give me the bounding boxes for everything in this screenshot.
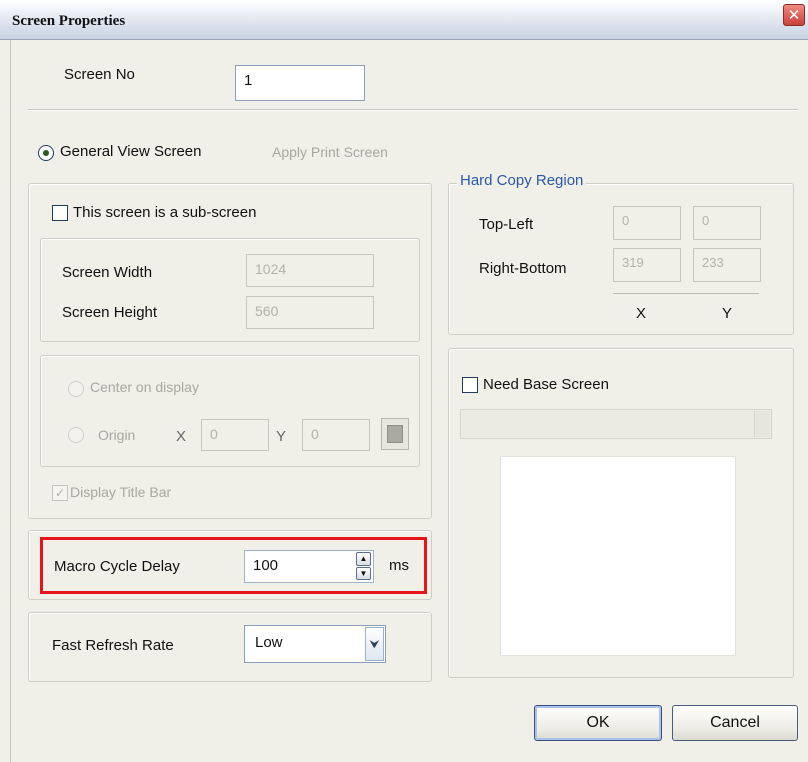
screen-no-label: Screen No bbox=[64, 66, 135, 83]
y-header: Y bbox=[722, 305, 733, 322]
chevron-down-icon[interactable]: ⮟ bbox=[365, 627, 384, 661]
checkmark-icon: ✓ bbox=[54, 486, 66, 500]
macro-delay-value: 100 bbox=[253, 557, 279, 574]
right-bottom-y-input[interactable]: 233 bbox=[693, 248, 761, 282]
separator bbox=[28, 109, 798, 111]
subscreen-checkbox-label: This screen is a sub-screen bbox=[73, 204, 257, 221]
origin-picker-button[interactable] bbox=[381, 418, 409, 450]
apply-print-label: Apply Print Screen bbox=[272, 144, 388, 160]
subscreen-checkbox[interactable] bbox=[52, 205, 68, 221]
origin-label: Origin bbox=[98, 427, 136, 443]
need-base-screen-checkbox[interactable] bbox=[462, 377, 478, 393]
need-base-screen-label: Need Base Screen bbox=[483, 376, 609, 393]
display-titlebar-label: Display Title Bar bbox=[70, 484, 172, 500]
origin-y-label: Y bbox=[276, 428, 287, 445]
general-view-radio[interactable] bbox=[38, 145, 54, 161]
base-screen-preview bbox=[500, 456, 736, 656]
right-bottom-label: Right-Bottom bbox=[479, 260, 567, 277]
hard-copy-title: Hard Copy Region bbox=[457, 172, 587, 189]
origin-y-input[interactable]: 0 bbox=[302, 419, 370, 451]
top-left-x-input[interactable]: 0 bbox=[613, 206, 681, 240]
close-button[interactable]: ✕ bbox=[783, 4, 805, 26]
top-left-y-input[interactable]: 0 bbox=[693, 206, 761, 240]
screen-width-input[interactable]: 1024 bbox=[246, 254, 374, 287]
screen-width-label: Screen Width bbox=[62, 264, 153, 281]
xy-divider bbox=[613, 293, 759, 294]
picker-icon bbox=[387, 425, 403, 443]
origin-x-label: X bbox=[176, 428, 187, 445]
top-left-label: Top-Left bbox=[479, 216, 534, 233]
screen-height-label: Screen Height bbox=[62, 304, 158, 321]
base-screen-select[interactable] bbox=[460, 409, 772, 439]
origin-radio[interactable] bbox=[68, 427, 84, 443]
fast-refresh-label: Fast Refresh Rate bbox=[52, 637, 174, 654]
spin-down-icon[interactable]: ▼ bbox=[356, 566, 371, 580]
subscreen-group bbox=[28, 183, 432, 519]
macro-delay-label: Macro Cycle Delay bbox=[54, 558, 180, 575]
macro-delay-input[interactable]: 100 bbox=[244, 550, 374, 583]
right-bottom-x-input[interactable]: 319 bbox=[613, 248, 681, 282]
window-title: Screen Properties bbox=[12, 13, 126, 29]
spin-up-icon[interactable]: ▲ bbox=[356, 552, 371, 566]
display-titlebar-checkbox[interactable]: ✓ bbox=[52, 485, 68, 501]
macro-unit-label: ms bbox=[389, 557, 409, 574]
screen-no-input[interactable]: 1 bbox=[235, 65, 365, 101]
fast-refresh-value: Low bbox=[255, 634, 283, 651]
macro-delay-spinner[interactable]: ▲ ▼ bbox=[356, 552, 371, 580]
base-screen-dropdown-icon[interactable] bbox=[754, 411, 770, 437]
ok-button[interactable]: OK bbox=[534, 705, 662, 741]
x-header: X bbox=[636, 305, 647, 322]
center-on-display-label: Center on display bbox=[90, 379, 199, 395]
center-on-display-radio[interactable] bbox=[68, 381, 84, 397]
origin-x-input[interactable]: 0 bbox=[201, 419, 269, 451]
screen-height-input[interactable]: 560 bbox=[246, 296, 374, 329]
close-icon: ✕ bbox=[787, 6, 801, 24]
cancel-button[interactable]: Cancel bbox=[672, 705, 798, 741]
title-bar: Screen Properties ✕ bbox=[0, 0, 808, 40]
general-view-label: General View Screen bbox=[60, 143, 202, 160]
